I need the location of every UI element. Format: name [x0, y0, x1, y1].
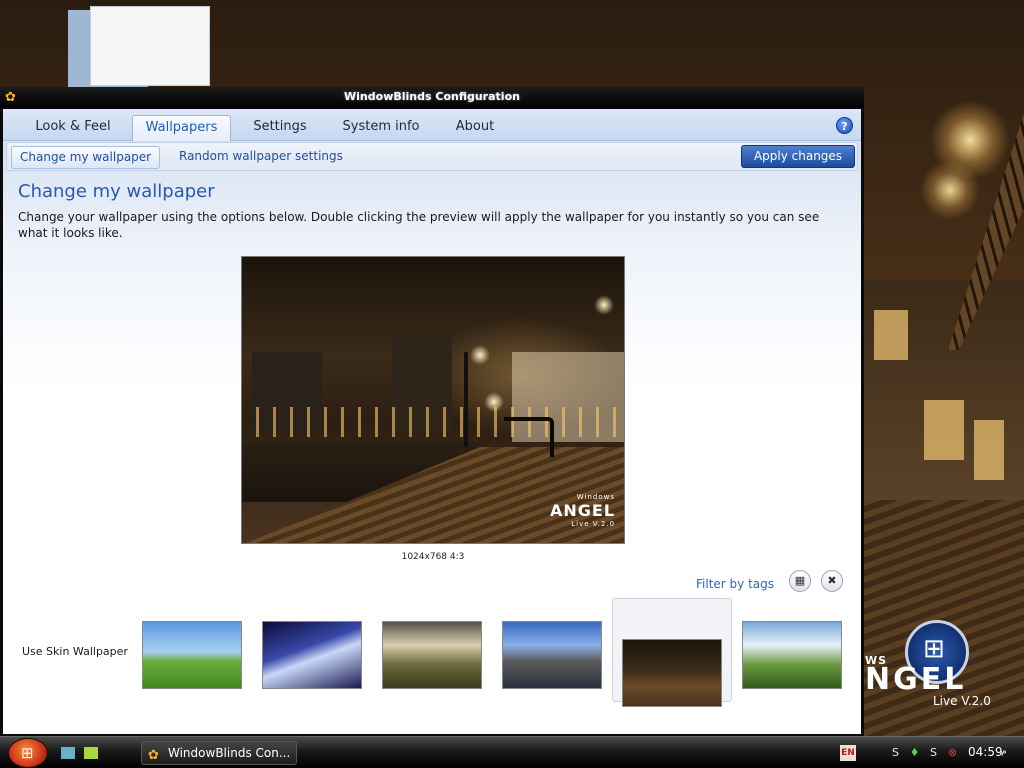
apply-changes-button[interactable]: Apply changes	[741, 145, 855, 168]
tools-icon[interactable]: ✖	[821, 570, 843, 592]
subtab-change-my-wallpaper[interactable]: Change my wallpaper	[11, 146, 161, 169]
windowblinds-window: ✿ WindowBlinds Configuration Look & Feel…	[0, 87, 864, 736]
tab-about[interactable]: About	[441, 115, 509, 141]
thumb-city-skyline[interactable]	[502, 621, 602, 689]
windows-flag-icon: ⊞	[21, 744, 34, 762]
tab-system-info[interactable]: System info	[329, 115, 433, 141]
tray-sync-icon[interactable]: S	[927, 746, 940, 759]
thumb-futuristic-bridge[interactable]	[262, 621, 362, 689]
help-icon[interactable]: ?	[836, 117, 853, 134]
start-button[interactable]: ⊞	[8, 738, 48, 768]
taskbar-window-button[interactable]: ✿ WindowBlinds Con...	[141, 741, 297, 765]
taskbar: ⊞ ✿ WindowBlinds Con... EN S ♦ S ⊗ 04:59…	[0, 736, 1024, 768]
wallpaper-building	[864, 280, 1024, 500]
tab-wallpapers[interactable]: Wallpapers	[132, 115, 231, 141]
clock-period: م	[1001, 747, 1007, 757]
thumb-green-hills[interactable]	[142, 621, 242, 689]
bench-shape	[504, 417, 554, 457]
language-indicator[interactable]: EN	[840, 745, 856, 761]
window-client-area: Look & Feel Wallpapers Settings System i…	[3, 109, 861, 734]
tray-network-icon[interactable]: S	[889, 746, 902, 759]
tray-app-icon[interactable]: ♦	[908, 746, 921, 759]
thumb-tree-valley[interactable]	[742, 621, 842, 689]
quick-launch-icon[interactable]	[84, 747, 98, 759]
use-skin-wallpaper-option[interactable]: Use Skin Wallpaper	[22, 645, 128, 658]
preview-watermark-logo: Windows ANGEL Live V.2.0	[550, 493, 616, 528]
preview-resolution: 1024x768 4:3	[401, 552, 465, 562]
wallpaper-lamp-glow	[920, 160, 980, 220]
windowblinds-app-icon: ✿	[148, 748, 159, 763]
subtab-random-wallpaper-settings[interactable]: Random wallpaper settings	[171, 146, 351, 169]
thumb-night-boardwalk[interactable]	[622, 639, 722, 707]
page-description: Change your wallpaper using the options …	[18, 210, 820, 240]
tray-security-icon[interactable]: ⊗	[946, 746, 959, 759]
filter-by-tags-link[interactable]: Filter by tags	[696, 577, 774, 591]
tab-look-and-feel[interactable]: Look & Feel	[23, 115, 123, 141]
thumb-field-sunset[interactable]	[382, 621, 482, 689]
tab-settings[interactable]: Settings	[239, 115, 321, 141]
desktop-brand-logo: ⊞ WS NGEL Live V.2.0	[865, 618, 1015, 718]
sub-tab-bar: Change my wallpaper Random wallpaper set…	[6, 142, 858, 171]
main-tab-bar: Look & Feel Wallpapers Settings System i…	[3, 109, 861, 141]
title-bar[interactable]: ✿ WindowBlinds Configuration	[0, 87, 864, 109]
window-title: WindowBlinds Configuration	[344, 90, 520, 103]
show-desktop-icon[interactable]	[61, 747, 75, 759]
desktop-file-icon[interactable]	[68, 6, 214, 90]
page-title: Change my wallpaper	[18, 181, 215, 202]
clock-time[interactable]: 04:59	[968, 745, 1003, 759]
wallpaper-preview[interactable]: Windows ANGEL Live V.2.0	[241, 256, 625, 544]
grid-view-icon[interactable]: ▦	[789, 570, 811, 592]
windows-flag-icon: ⊞	[923, 634, 945, 664]
